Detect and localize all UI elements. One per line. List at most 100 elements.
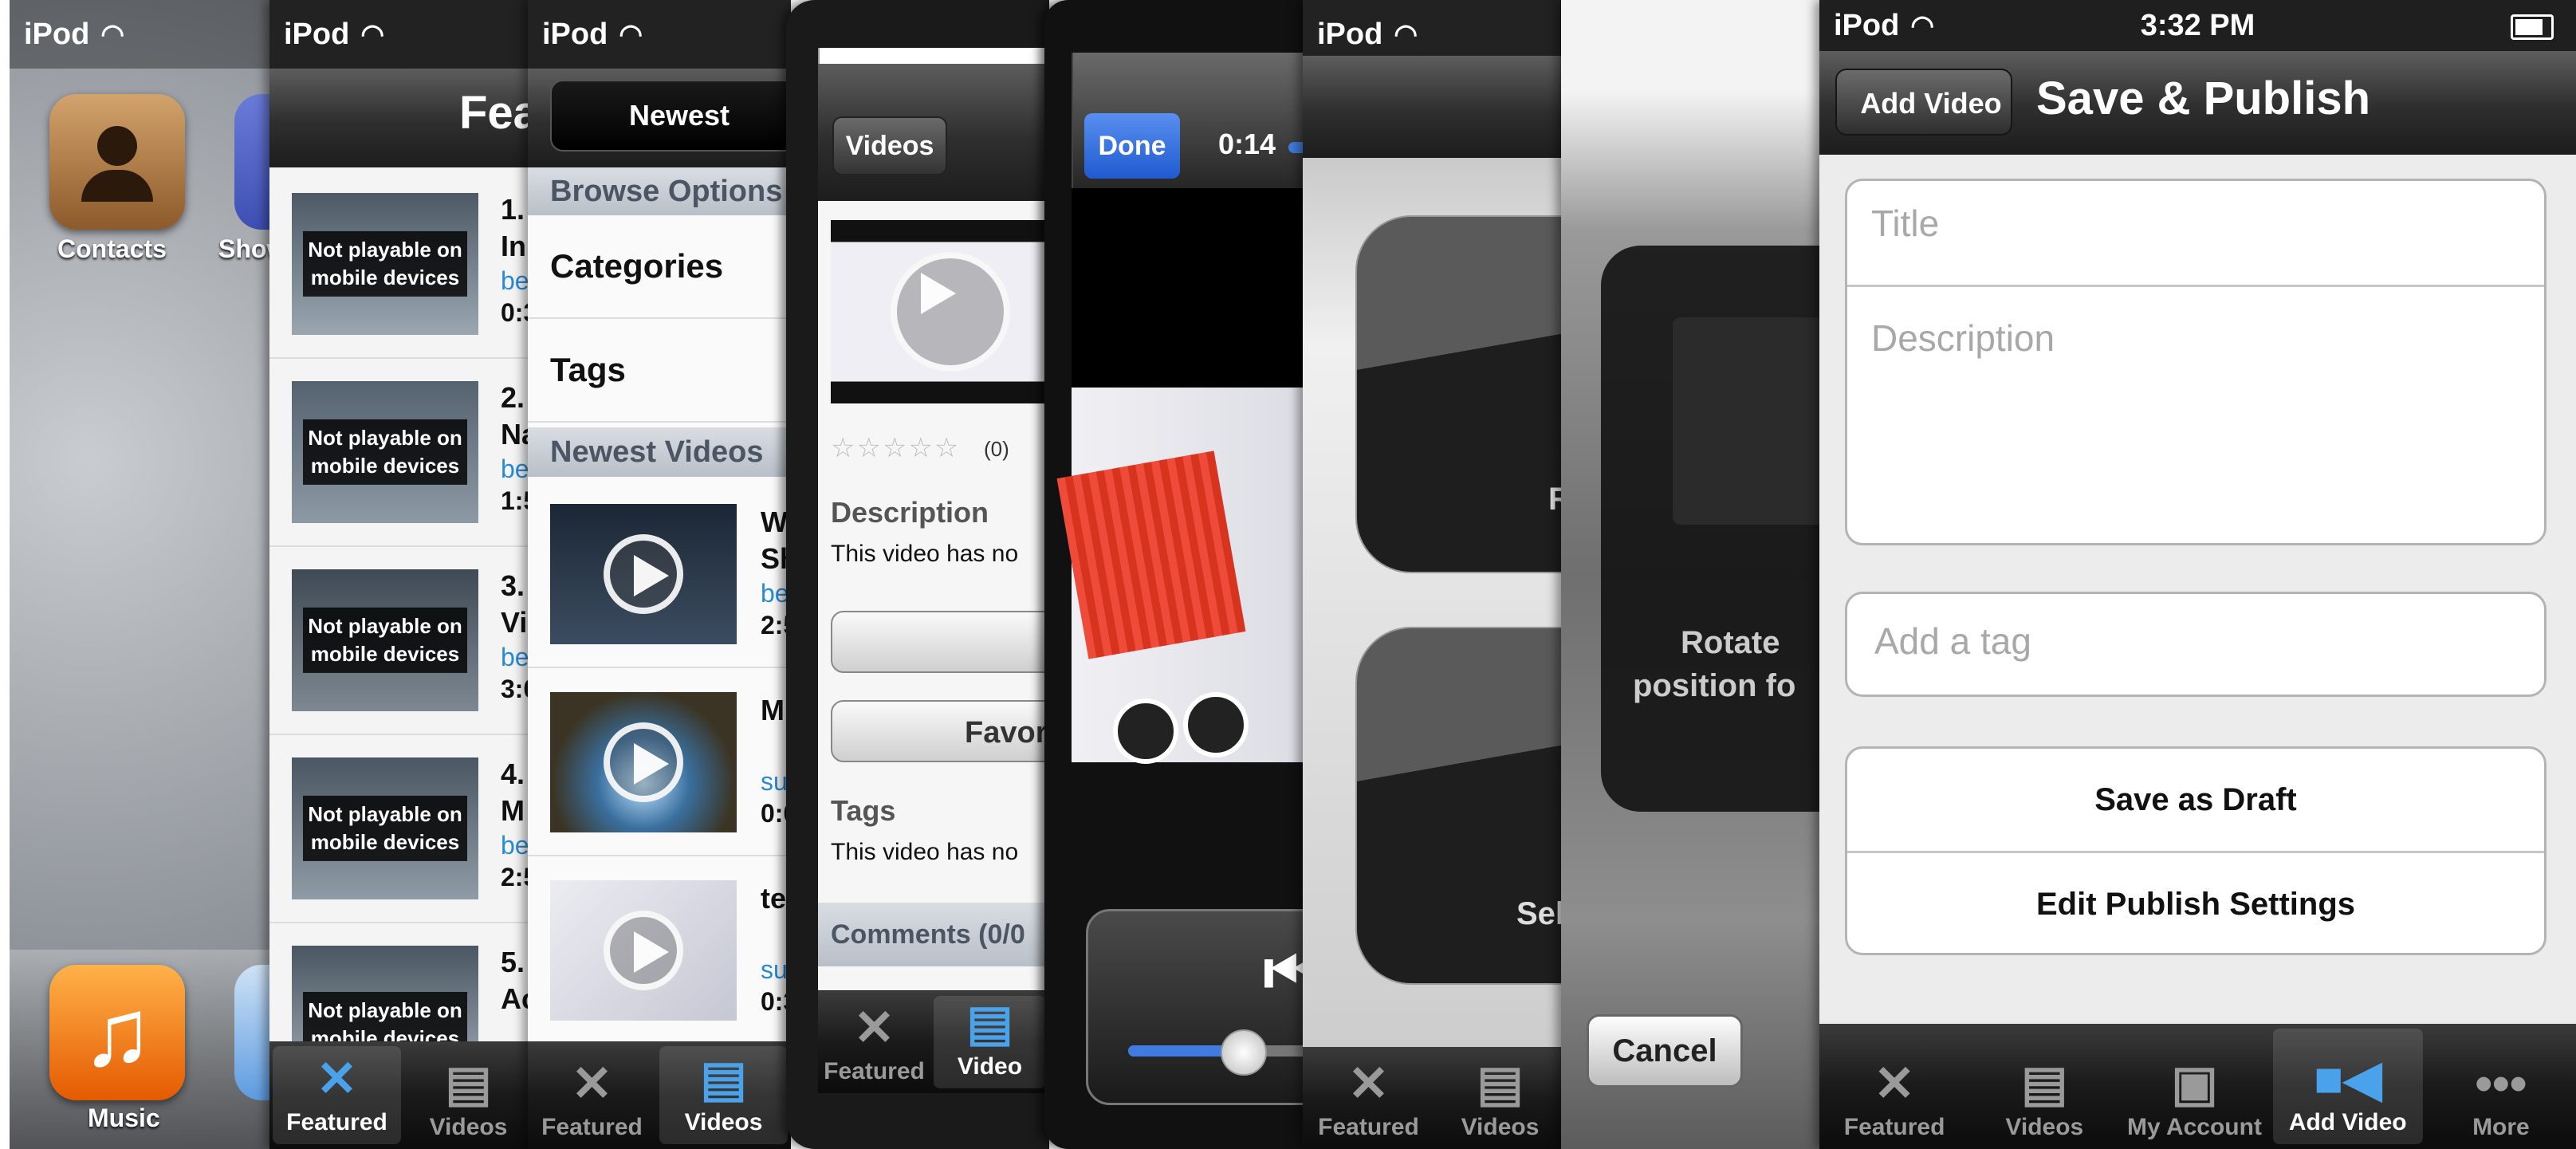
- tag-input[interactable]: Add a tag: [1845, 592, 2547, 697]
- description-input[interactable]: Description: [1871, 317, 2055, 360]
- list-item[interactable]: Not playable on mobile devices 5. Ac: [269, 922, 533, 1057]
- videos-nav-bar: Newest: [528, 69, 791, 167]
- skip-back-icon[interactable]: ⏮: [1264, 935, 1308, 1009]
- train-car-graphic: [1056, 451, 1246, 659]
- video-author-link[interactable]: be: [761, 579, 789, 608]
- film-strip-icon: ▤: [700, 1052, 747, 1107]
- not-playable-notice: Not playable on mobile devices: [303, 607, 467, 674]
- description-label: Description: [831, 496, 989, 529]
- record-video-button[interactable]: Re: [1355, 215, 1566, 573]
- list-item[interactable]: Not playable on mobile devices 1. In be …: [269, 169, 533, 359]
- list-item[interactable]: W Sh be 2:5: [528, 478, 791, 668]
- film-strip-icon: ▤: [2021, 1057, 2068, 1112]
- tab-videos[interactable]: ▤ Videos: [659, 1046, 788, 1144]
- elapsed-time: 0:14: [1218, 128, 1276, 160]
- film-strip-icon: ▤: [1477, 1057, 1524, 1112]
- tab-bar: ✕ Featured ▤ Video: [818, 991, 1049, 1093]
- cancel-button[interactable]: Cancel: [1587, 1014, 1743, 1088]
- play-icon: [891, 252, 1010, 372]
- rotate-message-line2: position fo: [1633, 668, 1796, 703]
- video-title: In: [501, 230, 526, 262]
- video-author-link[interactable]: su: [761, 955, 788, 985]
- tab-videos[interactable]: ▤ Video: [934, 996, 1046, 1088]
- list-item[interactable]: M su 0:0: [528, 667, 791, 856]
- newest-segment-button[interactable]: Newest: [550, 80, 791, 151]
- list-item[interactable]: Not playable on mobile devices 2. Na be …: [269, 357, 533, 547]
- tags-label: Tags: [831, 794, 896, 827]
- select-video-button[interactable]: Sel: [1355, 627, 1566, 985]
- tab-featured[interactable]: ✕ Featured: [273, 1046, 401, 1144]
- carrier-label: iPod: [284, 17, 350, 51]
- video-player-screen: Done 0:14 ⏮: [1044, 0, 1308, 1149]
- video-author-link[interactable]: su: [761, 767, 788, 797]
- video-author-link[interactable]: be: [501, 266, 529, 296]
- video-author-link[interactable]: be: [501, 643, 529, 672]
- featured-icon: ✕: [316, 1052, 358, 1107]
- tab-my-account[interactable]: ▣ My Account: [2119, 1024, 2269, 1149]
- tab-videos[interactable]: ▤ Videos: [1969, 1024, 2119, 1149]
- video-rank: 5.: [501, 946, 525, 978]
- comments-header[interactable]: Comments (0/0: [818, 903, 1049, 966]
- tags-row[interactable]: Tags: [528, 319, 791, 423]
- mail-app-icon[interactable]: [234, 965, 273, 1100]
- video-author-link[interactable]: be: [501, 454, 529, 484]
- newest-videos-header: Newest Videos: [528, 427, 791, 477]
- categories-row[interactable]: Categories: [528, 215, 791, 319]
- tab-featured[interactable]: ✕ Featured: [528, 1041, 656, 1149]
- status-bar: iPod ◠: [10, 0, 273, 69]
- video-thumbnail: [550, 504, 737, 644]
- tags-text: This video has no: [831, 839, 1019, 865]
- featured-icon: ✕: [1874, 1057, 1916, 1112]
- rotate-device-overlay: Rotate position fo: [1601, 246, 1824, 812]
- edit-publish-settings-button[interactable]: Edit Publish Settings: [1847, 853, 2544, 955]
- tab-bar: ✕ Featured ▤ Videos: [269, 1041, 533, 1149]
- film-strip-icon: ▤: [445, 1057, 492, 1112]
- upload-choice-screen: iPod ◠ Re Sel ✕Featured ▤Videos: [1303, 0, 1566, 1149]
- featured-screen: iPod ◠ Fea Not playable on mobile device…: [269, 0, 533, 1149]
- tab-featured[interactable]: ✕ Featured: [818, 991, 930, 1093]
- contacts-app-icon[interactable]: [49, 94, 185, 230]
- rate-button[interactable]: Ra: [831, 611, 1049, 673]
- title-placeholder: Title: [1871, 203, 1940, 244]
- video-detail-screen: Videos ☆☆☆☆☆ (0) Description This video …: [786, 0, 1049, 1149]
- save-as-draft-button[interactable]: Save as Draft: [1847, 749, 2544, 853]
- description-text: This video has no: [831, 541, 1019, 567]
- title-input[interactable]: Title Description: [1845, 179, 2547, 545]
- star-rating[interactable]: ☆☆☆☆☆: [831, 432, 960, 464]
- video-author-link[interactable]: be: [501, 831, 529, 860]
- tab-featured[interactable]: ✕ Featured: [1819, 1024, 1969, 1149]
- tab-bar: ✕ Featured ▤ Videos ▣ My Account ■◀ Add Vide…: [1819, 1024, 2576, 1149]
- featured-icon: ✕: [571, 1057, 613, 1112]
- tab-videos[interactable]: ▤ Videos: [1434, 1047, 1566, 1149]
- show-app-icon[interactable]: [234, 94, 273, 230]
- contacts-label: Contacts: [57, 234, 167, 263]
- list-item[interactable]: Not playable on mobile devices 4. M be 2…: [269, 734, 533, 923]
- tab-bar: ✕ Featured ▤ Videos: [1303, 1047, 1566, 1149]
- tab-more[interactable]: ••• More: [2426, 1024, 2576, 1149]
- back-to-videos-button[interactable]: Videos: [832, 116, 947, 175]
- wheel-icon: [1183, 692, 1249, 757]
- not-playable-notice: Not playable on mobile devices: [303, 230, 467, 297]
- favorite-button[interactable]: Favorite: [831, 700, 1049, 762]
- home-screen: iPod ◠ Contacts Show ♫ Music: [10, 0, 273, 1149]
- volume-track[interactable]: [1128, 1029, 1308, 1076]
- rotate-message-line1: Rotate: [1681, 625, 1780, 660]
- volume-knob[interactable]: [1221, 1029, 1267, 1076]
- playback-controls: ⏮: [1086, 909, 1308, 1105]
- list-item[interactable]: te su 0:3: [528, 855, 791, 1043]
- tab-featured[interactable]: ✕ Featured: [1303, 1047, 1434, 1149]
- list-item[interactable]: Not playable on mobile devices 3. Vi be …: [269, 545, 533, 735]
- music-app-icon[interactable]: ♫: [49, 965, 185, 1100]
- wifi-icon: ◠: [360, 19, 384, 49]
- video-thumbnail: Not playable on mobile devices: [292, 757, 478, 899]
- status-bar: iPod ◠ 3:32 PM: [1819, 0, 2576, 51]
- done-button[interactable]: Done: [1084, 113, 1180, 179]
- detail-content: ☆☆☆☆☆ (0) Description This video has no …: [818, 201, 1049, 990]
- add-video-back-button[interactable]: Add Video: [1835, 69, 2012, 136]
- video-preview[interactable]: [831, 220, 1049, 403]
- tab-videos[interactable]: ▤ Videos: [404, 1041, 533, 1149]
- videos-screen: iPod ◠ Newest Browse Options Categories …: [528, 0, 791, 1149]
- play-icon: [604, 722, 683, 802]
- tab-add-video[interactable]: ■◀ Add Video: [2272, 1029, 2423, 1144]
- select-video-label: Sel: [1516, 896, 1565, 931]
